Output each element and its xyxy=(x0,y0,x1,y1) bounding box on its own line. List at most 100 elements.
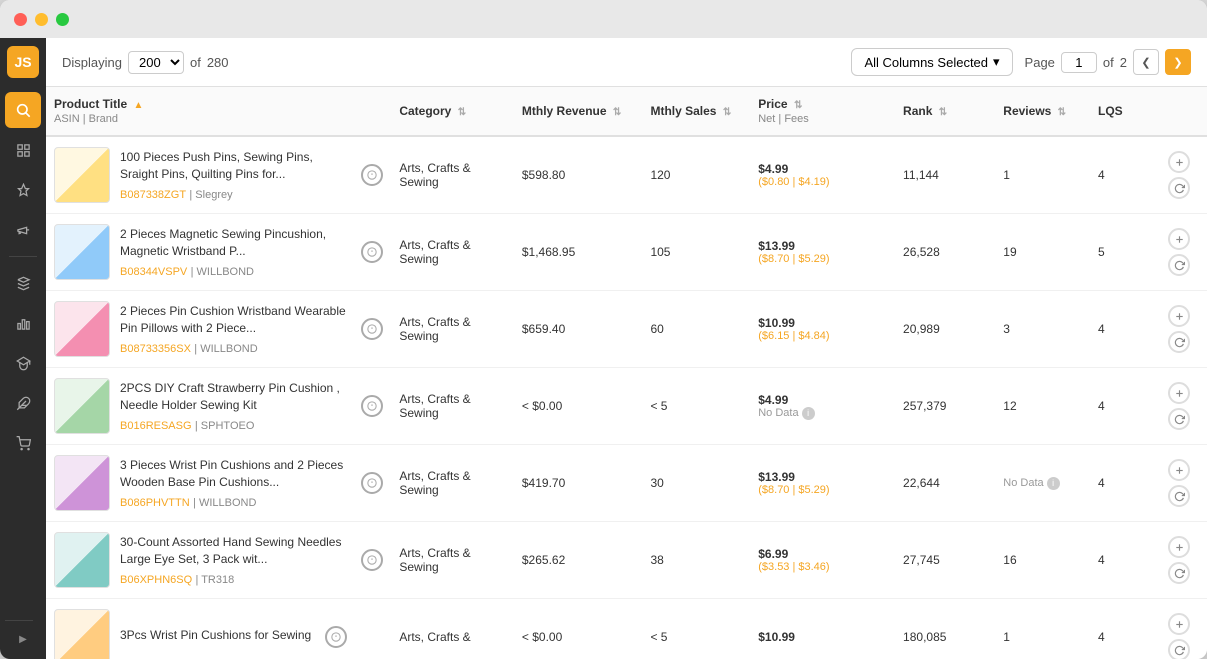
page-next-btn[interactable]: ❯ xyxy=(1165,49,1191,75)
columns-select-btn[interactable]: All Columns Selected ▾ xyxy=(851,48,1012,76)
refresh-btn[interactable] xyxy=(1168,331,1190,353)
sidebar-item-grid[interactable] xyxy=(5,132,41,168)
maximize-button[interactable] xyxy=(56,13,69,26)
close-button[interactable] xyxy=(14,13,27,26)
rank-cell: 180,085 xyxy=(895,599,995,659)
category-cell: Arts, Crafts & Sewing xyxy=(391,368,514,445)
pin-download-btn[interactable] xyxy=(361,241,383,263)
sort-icon: ⇅ xyxy=(794,100,802,111)
fees-nodata: No Data i xyxy=(758,407,887,420)
sidebar-item-puzzle[interactable] xyxy=(5,385,41,421)
lqs-cell: 4 xyxy=(1090,445,1151,522)
product-cell-6: 30-Count Assorted Hand Sewing Needles La… xyxy=(46,522,391,599)
price-value: $4.99 xyxy=(758,162,887,176)
product-thumbnail xyxy=(54,532,110,588)
add-to-list-btn[interactable] xyxy=(1168,151,1190,173)
sidebar-item-graduation[interactable] xyxy=(5,345,41,381)
pin-download-btn[interactable] xyxy=(361,318,383,340)
product-asin[interactable]: B08344VSPV xyxy=(120,266,187,278)
revenue-cell: $419.70 xyxy=(514,445,643,522)
sidebar-item-layers[interactable] xyxy=(5,265,41,301)
price-value: $13.99 xyxy=(758,239,887,253)
actions-cell xyxy=(1151,599,1207,659)
add-to-list-btn[interactable] xyxy=(1168,459,1190,481)
product-asin[interactable]: B08733356SX xyxy=(120,343,191,355)
page-prev-btn[interactable]: ❮ xyxy=(1133,49,1159,75)
col-header-reviews[interactable]: Reviews ⇅ xyxy=(995,87,1090,136)
col-price-label: Price xyxy=(758,97,787,111)
product-thumbnail xyxy=(54,147,110,203)
col-header-sales[interactable]: Mthly Sales ⇅ xyxy=(642,87,750,136)
product-title: 3 Pieces Wrist Pin Cushions and 2 Pieces… xyxy=(120,457,347,491)
sidebar-item-megaphone[interactable] xyxy=(5,212,41,248)
display-count-select[interactable]: 200 50 100 xyxy=(128,51,184,74)
sales-cell: 105 xyxy=(642,214,750,291)
rank-cell: 20,989 xyxy=(895,291,995,368)
col-header-product[interactable]: Product Title ▲ ASIN | Brand xyxy=(46,87,391,136)
fees-value: ($3.53 | $3.46) xyxy=(758,561,887,573)
pin-download-btn[interactable] xyxy=(361,472,383,494)
refresh-btn[interactable] xyxy=(1168,639,1190,659)
pin-download-btn[interactable] xyxy=(325,626,347,648)
add-to-list-btn[interactable] xyxy=(1168,613,1190,635)
price-cell: $4.99 No Data i xyxy=(750,368,895,445)
category-cell: Arts, Crafts & Sewing xyxy=(391,522,514,599)
page-of-label: of xyxy=(1103,55,1114,70)
sort-icon: ⇅ xyxy=(1058,107,1066,118)
app-body: JS xyxy=(0,38,1207,659)
sidebar-expand-btn[interactable]: ▶ xyxy=(5,627,41,651)
fees-value: ($8.70 | $5.29) xyxy=(758,484,887,496)
col-header-category[interactable]: Category ⇅ xyxy=(391,87,514,136)
price-cell: $6.99 ($3.53 | $3.46) xyxy=(750,522,895,599)
add-to-list-btn[interactable] xyxy=(1168,305,1190,327)
chevron-down-icon: ▾ xyxy=(993,54,1000,70)
product-info: 2 Pieces Magnetic Sewing Pincushion, Mag… xyxy=(120,226,347,278)
rank-cell: 27,745 xyxy=(895,522,995,599)
revenue-cell: $1,468.95 xyxy=(514,214,643,291)
col-header-rank[interactable]: Rank ⇅ xyxy=(895,87,995,136)
col-header-actions xyxy=(1151,87,1207,136)
sales-cell: 60 xyxy=(642,291,750,368)
col-header-price[interactable]: Price ⇅ Net | Fees xyxy=(750,87,895,136)
add-to-list-btn[interactable] xyxy=(1168,382,1190,404)
table-row: 3Pcs Wrist Pin Cushions for Sewing Arts,… xyxy=(46,599,1207,659)
col-header-revenue[interactable]: Mthly Revenue ⇅ xyxy=(514,87,643,136)
sidebar-divider-1 xyxy=(9,256,37,257)
refresh-btn[interactable] xyxy=(1168,408,1190,430)
category-cell: Arts, Crafts & Sewing xyxy=(391,445,514,522)
add-to-list-btn[interactable] xyxy=(1168,536,1190,558)
price-cell: $13.99 ($8.70 | $5.29) xyxy=(750,214,895,291)
reviews-cell: 1 xyxy=(995,599,1090,659)
sidebar-item-pin[interactable] xyxy=(5,172,41,208)
sidebar-item-chart[interactable] xyxy=(5,305,41,341)
pin-download-btn[interactable] xyxy=(361,395,383,417)
minimize-button[interactable] xyxy=(35,13,48,26)
product-asin[interactable]: B06XPHN6SQ xyxy=(120,574,192,586)
sidebar-item-cart[interactable] xyxy=(5,425,41,461)
sidebar-item-search[interactable] xyxy=(5,92,41,128)
refresh-btn[interactable] xyxy=(1168,254,1190,276)
pin-download-btn[interactable] xyxy=(361,164,383,186)
product-brand: | SPHTOEO xyxy=(195,420,255,432)
table-container[interactable]: Product Title ▲ ASIN | Brand Category ⇅ … xyxy=(46,87,1207,659)
table-row: 2 Pieces Magnetic Sewing Pincushion, Mag… xyxy=(46,214,1207,291)
action-buttons xyxy=(1159,382,1199,430)
product-brand: | WILLBOND xyxy=(191,266,254,278)
product-asin[interactable]: B016RESASG xyxy=(120,420,192,432)
lqs-cell: 4 xyxy=(1090,599,1151,659)
pin-download-btn[interactable] xyxy=(361,549,383,571)
page-label: Page xyxy=(1025,55,1055,70)
price-value: $10.99 xyxy=(758,316,887,330)
revenue-cell: < $0.00 xyxy=(514,599,643,659)
product-cell-4: 2PCS DIY Craft Strawberry Pin Cushion , … xyxy=(46,368,391,445)
col-product-label: Product Title xyxy=(54,97,127,111)
page-input[interactable] xyxy=(1061,52,1097,73)
refresh-btn[interactable] xyxy=(1168,177,1190,199)
add-to-list-btn[interactable] xyxy=(1168,228,1190,250)
product-brand: | WILLBOND xyxy=(194,343,257,355)
product-asin[interactable]: B087338ZGT xyxy=(120,189,186,201)
rank-cell: 11,144 xyxy=(895,136,995,214)
product-asin[interactable]: B086PHVTTN xyxy=(120,497,190,509)
refresh-btn[interactable] xyxy=(1168,485,1190,507)
refresh-btn[interactable] xyxy=(1168,562,1190,584)
